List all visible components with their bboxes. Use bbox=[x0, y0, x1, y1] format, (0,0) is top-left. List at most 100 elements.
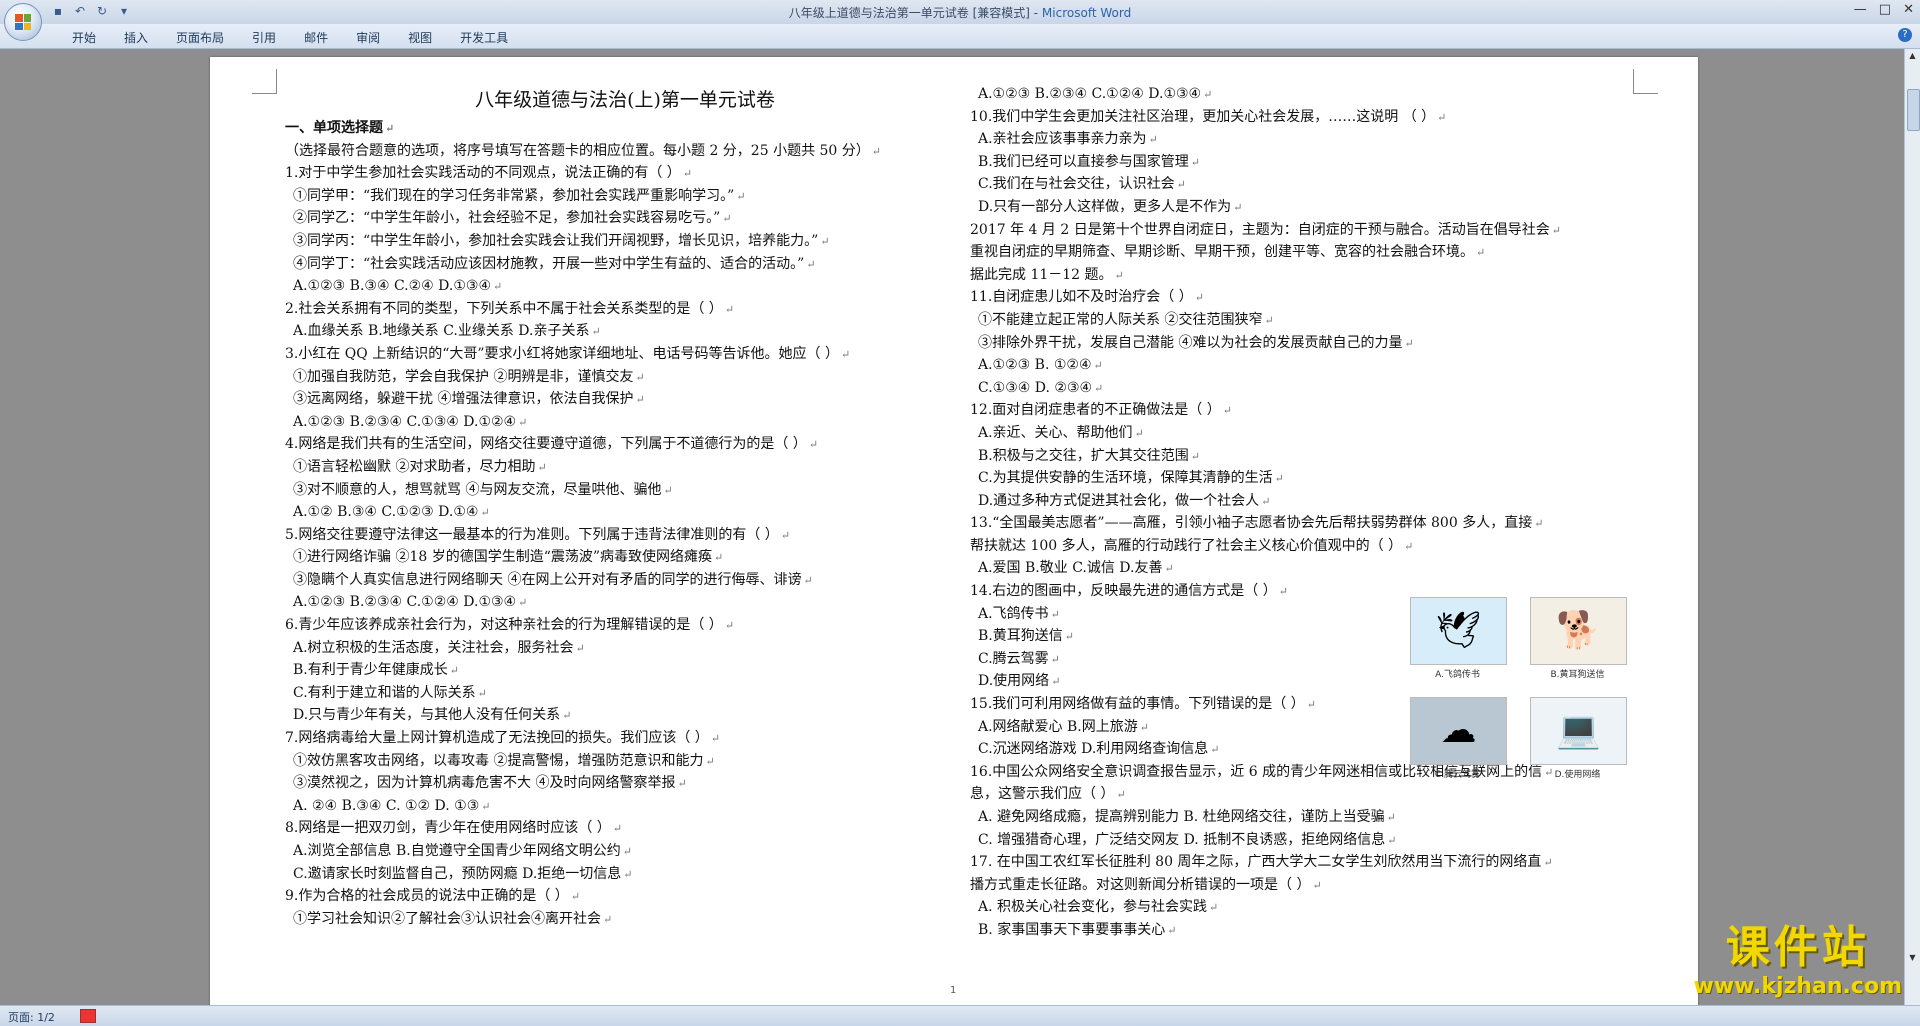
paragraph-mark-icon: ↵ bbox=[1094, 381, 1104, 395]
text-line: D.只与青少年有关，与其他人没有任何关系 ↵ bbox=[285, 704, 965, 727]
line-text: A.飞鸽传书 bbox=[978, 605, 1049, 622]
line-text: （选择最符合题意的选项，将序号填写在答题卡的相应位置。每小题 2 分，25 小题… bbox=[285, 142, 870, 159]
figure-caption: C.腾云驾雾 bbox=[1434, 770, 1481, 780]
line-text: 2.社会关系拥有不同的类型，下列关系中不属于社会关系类型的是（ ） bbox=[285, 300, 723, 317]
maximize-button[interactable]: □ bbox=[1879, 2, 1891, 17]
line-text: C.有利于建立和谐的人际关系 bbox=[293, 684, 476, 701]
line-text: ①不能建立起正常的人际关系 ②交往范围狭窄 bbox=[978, 311, 1263, 328]
document-page[interactable]: 八年级道德与法治(上)第一单元试卷 一、单项选择题 ↵ （选择最符合题意的选项，将序… bbox=[210, 57, 1698, 1005]
text-line: 重视自闭症的早期筛查、早期诊断、早期干预，创建平等、宽容的社会融合环境。 ↵ bbox=[970, 241, 1650, 264]
line-text: ③同学丙：“中学生年龄小，参加社会实践会让我们开阔视野，增长见识，培养能力。” bbox=[293, 232, 819, 249]
ribbon-tab[interactable]: 页面布局 bbox=[162, 27, 238, 48]
paragraph-mark-icon: ↵ bbox=[1404, 336, 1414, 350]
text-line: A.①② B.③④ C.①②③ D.①④ ↵ bbox=[285, 501, 965, 524]
text-line: A.浏览全部信息 B.自觉遵守全国青少年网络文明公约 ↵ bbox=[285, 840, 965, 863]
text-line: C.邀请家长时刻监督自己，预防网瘾 D.拒绝一切信息 ↵ bbox=[285, 863, 965, 886]
paragraph-mark-icon: ↵ bbox=[612, 822, 623, 836]
text-line: C.①③④ D. ②③④ ↵ bbox=[970, 377, 1650, 400]
ribbon-tabs: 开始 插入 页面布局 引用 邮件 审阅 视图 开发工具 ? bbox=[0, 24, 1920, 49]
text-line: A.①②③ B. ①②④ ↵ bbox=[970, 354, 1650, 377]
scroll-up-icon[interactable]: ▲ bbox=[1907, 51, 1918, 63]
ribbon-tab[interactable]: 插入 bbox=[110, 27, 162, 48]
paragraph-mark-icon: ↵ bbox=[1051, 675, 1061, 689]
line-text: C.①③④ D. ②③④ bbox=[978, 379, 1093, 396]
paragraph-mark-icon: ↵ bbox=[1093, 359, 1103, 373]
ribbon-tab[interactable]: 审阅 bbox=[342, 27, 394, 48]
line-text: A. 避免网络成瘾，提高辨别能力 B. 杜绝网络交往，谨防上当受骗 bbox=[978, 809, 1385, 825]
line-text: 11.自闭症患儿如不及时治疗会（ ） bbox=[970, 289, 1193, 306]
window-controls: — □ ✕ bbox=[1854, 2, 1914, 17]
document-name: 八年级上道德与法治第一单元试卷 [兼容模式] - bbox=[788, 6, 1042, 20]
paragraph-mark-icon: ↵ bbox=[1551, 223, 1561, 237]
ribbon-tab[interactable]: 开发工具 bbox=[446, 27, 522, 48]
paragraph-mark-icon: ↵ bbox=[724, 302, 735, 316]
paragraph-mark-icon: ↵ bbox=[714, 551, 724, 565]
scroll-thumb[interactable] bbox=[1907, 89, 1920, 131]
line-text: 息，这警示我们应（ ） bbox=[970, 786, 1115, 803]
line-text: ①加强自我防范，学会自我保护 ②明辨是非，谨慎交友 bbox=[293, 368, 634, 385]
paragraph-mark-icon: ↵ bbox=[1116, 788, 1126, 802]
figure-caption: B.黄耳狗送信 bbox=[1550, 670, 1605, 680]
figure-option: 🐕 B.黄耳狗送信 bbox=[1530, 597, 1627, 680]
paragraph-mark-icon: ↵ bbox=[1190, 155, 1200, 169]
spelling-check-icon[interactable] bbox=[80, 1009, 96, 1023]
line-text: A.亲社会应该事事亲力亲为 bbox=[978, 131, 1147, 148]
line-text: ③排除外界干扰，发展自己潜能 ④难以为社会的发展贡献自己的力量 bbox=[978, 334, 1403, 351]
ribbon-tab[interactable]: 视图 bbox=[394, 27, 446, 48]
paragraph-mark-icon: ↵ bbox=[803, 573, 813, 587]
text-line: 1.对于中学生参加社会实践活动的不同观点，说法正确的有（ ） ↵ bbox=[285, 162, 965, 185]
paragraph-mark-icon: ↵ bbox=[722, 212, 732, 226]
text-line: 2.社会关系拥有不同的类型，下列关系中不属于社会关系类型的是（ ） ↵ bbox=[285, 298, 965, 321]
question-14-figures: 🕊 A.飞鸽传书 🐕 B.黄耳狗送信 ☁ C.腾云驾雾 💻 D.使用网络 bbox=[1410, 597, 1650, 817]
vertical-scrollbar[interactable]: ▲ ▼ bbox=[1904, 49, 1920, 1005]
paragraph-mark-icon: ↵ bbox=[493, 280, 503, 294]
line-text: ③漠然视之，因为计算机病毒危害不大 ④及时向网络警察举报 bbox=[293, 775, 676, 792]
paragraph-mark-icon: ↵ bbox=[724, 619, 735, 633]
text-line: 一、单项选择题 ↵ bbox=[285, 117, 965, 140]
line-text: 10.我们中学生会更加关注社区治理，更加关心社会发展，……这说明 （ ） bbox=[970, 108, 1436, 125]
paragraph-mark-icon: ↵ bbox=[1050, 607, 1060, 621]
minimize-button[interactable]: — bbox=[1854, 2, 1867, 17]
line-text: B.有利于青少年健康成长 bbox=[293, 662, 448, 679]
line-text: C.邀请家长时刻监督自己，预防网瘾 D.拒绝一切信息 bbox=[293, 865, 622, 882]
line-text: B.黄耳狗送信 bbox=[978, 628, 1063, 645]
text-line: （选择最符合题意的选项，将序号填写在答题卡的相应位置。每小题 2 分，25 小题… bbox=[285, 140, 965, 163]
ribbon-tab[interactable]: 开始 bbox=[58, 27, 110, 48]
page-count[interactable]: 页面: 1/2 bbox=[8, 1009, 55, 1025]
help-icon[interactable]: ? bbox=[1898, 28, 1912, 42]
paragraph-mark-icon: ↵ bbox=[1534, 517, 1544, 531]
line-text: A.浏览全部信息 B.自觉遵守全国青少年网络文明公约 bbox=[293, 843, 621, 859]
paragraph-mark-icon: ↵ bbox=[1476, 246, 1486, 260]
close-button[interactable]: ✕ bbox=[1903, 2, 1914, 17]
paragraph-mark-icon: ↵ bbox=[663, 483, 673, 497]
paragraph-mark-icon: ↵ bbox=[385, 122, 395, 135]
text-line: D.只有一部分人这样做，更多人是不作为 ↵ bbox=[970, 196, 1650, 219]
line-text: 8.网络是一把双刃剑，青少年在使用网络时应该（ ） bbox=[285, 820, 611, 837]
text-line: 7.网络病毒给大量上网计算机造成了无法挽回的损失。我们应该（ ） ↵ bbox=[285, 727, 965, 750]
office-button[interactable] bbox=[4, 3, 42, 41]
text-line: A.①②③ B.②③④ C.①②④ D.①③④ ↵ bbox=[285, 591, 965, 614]
paragraph-mark-icon: ↵ bbox=[622, 845, 632, 858]
text-line: C.为其提供安静的生活环境，保障其清静的生活 ↵ bbox=[970, 467, 1650, 490]
paragraph-mark-icon: ↵ bbox=[871, 144, 882, 158]
paragraph-mark-icon: ↵ bbox=[481, 799, 491, 813]
line-text: 17. 在中国工农红军长征胜利 80 周年之际，广西大学大二女学生刘欣然用当下流… bbox=[970, 854, 1542, 871]
scroll-down-icon[interactable]: ▼ bbox=[1907, 953, 1918, 965]
line-text: A.网络献爱心 B.网上旅游 bbox=[978, 718, 1138, 735]
text-line: 4.网络是我们共有的生活空间，网络交往要遵守道德，下列属于不道德行为的是（ ） ↵ bbox=[285, 433, 965, 456]
paragraph-mark-icon: ↵ bbox=[1164, 562, 1174, 576]
line-text: ①进行网络诈骗 ②18 岁的德国学生制造“震荡波”病毒致使网络瘫痪 bbox=[293, 549, 713, 566]
document-title: 八年级道德与法治(上)第一单元试卷 bbox=[475, 89, 775, 111]
ribbon-tab[interactable]: 邮件 bbox=[290, 27, 342, 48]
ribbon-tab[interactable]: 引用 bbox=[238, 27, 290, 48]
text-line: ④同学丁：“社会实践活动应该因材施教，开展一些对中学生有益的、适合的活动。” ↵ bbox=[285, 253, 965, 276]
text-line: C.我们在与社会交往，认识社会 ↵ bbox=[970, 173, 1650, 196]
paragraph-mark-icon: ↵ bbox=[1064, 630, 1074, 644]
text-line: ③对不顺意的人，想骂就骂 ④与网友交流，尽量哄他、骗他 ↵ bbox=[285, 479, 965, 502]
line-text: ④同学丁：“社会实践活动应该因材施教，开展一些对中学生有益的、适合的活动。” bbox=[293, 255, 805, 272]
text-line: 5.网络交往要遵守法律这一最基本的行为准则。下列属于违背法律准则的有（ ） ↵ bbox=[285, 524, 965, 547]
paragraph-mark-icon: ↵ bbox=[1261, 494, 1271, 508]
line-text: B.积极与之交往，扩大其交往范围 bbox=[978, 447, 1189, 464]
document-workspace: 八年级道德与法治(上)第一单元试卷 一、单项选择题 ↵ （选择最符合题意的选项，将序… bbox=[0, 49, 1905, 1005]
line-text: A.①②③ B. ①②④ bbox=[978, 357, 1092, 374]
